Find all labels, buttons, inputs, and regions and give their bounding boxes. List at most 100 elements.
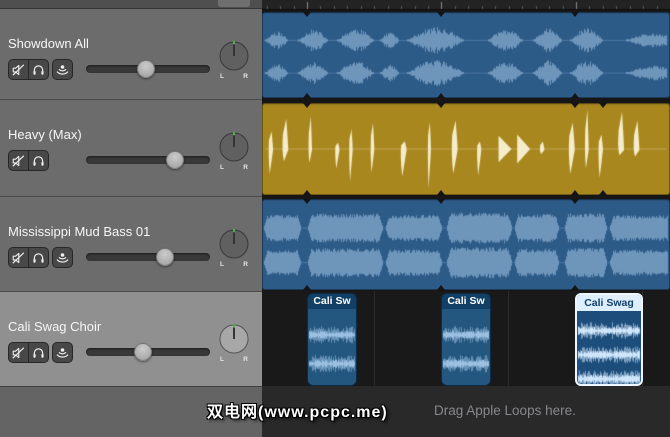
region-join-marker [303,12,311,17]
headphones-icon [33,155,44,166]
region-join-marker [303,190,311,195]
pan-knob[interactable]: L R [217,228,251,274]
pan-knob-dial [219,323,249,354]
clip-title: Cali Sw [308,294,356,309]
pan-left-label: L [220,164,224,171]
track-controls: L R [0,323,262,368]
header-top-strip [0,0,262,9]
region-join-marker [303,199,311,204]
input-monitoring-button[interactable] [52,247,73,268]
region-join-marker [437,93,445,98]
pan-right-label: R [243,261,248,268]
waveform [262,199,670,290]
region-join-marker [437,103,445,108]
region-join-marker [599,190,607,195]
pan-knob-dial [219,228,249,259]
track-controls: L R [0,40,262,85]
track-name: Cali Swag Choir [8,319,102,334]
track-header-cali-swag-choir[interactable]: Cali Swag Choir L R [0,291,262,386]
region-join-marker [571,93,579,98]
mute-button[interactable] [9,151,28,170]
volume-slider[interactable] [86,343,210,361]
clip-waveform [442,309,490,385]
volume-slider-thumb[interactable] [136,60,155,78]
clip-waveform [577,311,641,384]
track-name: Mississippi Mud Bass 01 [8,224,151,239]
mute-button[interactable] [9,60,28,79]
app-window: Showdown All L R Heavy (Max) L R Mississ… [0,0,670,437]
header-scroll-handle[interactable] [218,0,250,7]
pan-left-label: L [220,356,224,363]
solo-button[interactable] [29,248,48,267]
region-join-marker [303,103,311,108]
volume-slider[interactable] [86,248,210,266]
region-heavy-max[interactable] [262,103,670,195]
pan-knob-dial [219,131,249,162]
watermark-text: 双电网(www.pcpc.me) [207,404,388,421]
mute-solo-group [8,59,49,80]
mute-solo-group [8,150,49,171]
solo-button[interactable] [29,343,48,362]
mute-speaker-icon [12,63,25,76]
headphones-icon [33,347,44,358]
track-name: Heavy (Max) [8,127,82,142]
cali-swag-choir-lane: Cali Sw Cali Sw Cali Swag [262,291,670,386]
drop-hint-text: Drag Apple Loops here. [434,403,576,418]
track-header-showdown-all[interactable]: Showdown All L R [0,9,262,99]
loop-clip-cali-swag-selected[interactable]: Cali Swag [575,293,643,386]
mute-speaker-icon [12,154,25,167]
volume-slider[interactable] [86,151,210,169]
track-header-heavy-max[interactable]: Heavy (Max) L R [0,99,262,196]
track-name: Showdown All [8,36,89,51]
region-join-marker [571,285,579,290]
track-controls: L R [0,131,262,176]
mute-button[interactable] [9,343,28,362]
input-monitoring-icon [56,64,69,75]
pan-knob[interactable]: L R [217,131,251,177]
pan-knob[interactable]: L R [217,323,251,369]
input-monitoring-icon [56,252,69,263]
pan-knob[interactable]: L R [217,40,251,86]
mute-button[interactable] [9,248,28,267]
loop-clip-cali-sw-1[interactable]: Cali Sw [307,293,357,386]
region-join-marker [437,199,445,204]
solo-button[interactable] [29,60,48,79]
region-join-marker [571,103,579,108]
track-header-panel: Showdown All L R Heavy (Max) L R Mississ… [0,0,262,437]
track-controls: L R [0,228,262,273]
clip-title: Cali Sw [442,294,490,309]
timeline-ruler[interactable] [262,0,670,10]
input-monitoring-button[interactable] [52,342,73,363]
pan-left-label: L [220,73,224,80]
volume-slider-thumb[interactable] [134,343,153,361]
clip-title: Cali Swag [577,295,641,311]
region-showdown-all[interactable] [262,12,670,98]
waveform [262,103,670,195]
region-join-marker [571,190,579,195]
volume-slider-thumb[interactable] [165,151,184,169]
region-join-marker [571,199,579,204]
region-mississippi-mud-bass[interactable] [262,199,670,290]
region-join-marker [437,285,445,290]
solo-button[interactable] [29,151,48,170]
waveform [262,12,670,98]
clip-waveform [308,309,356,385]
region-join-marker [303,93,311,98]
region-join-marker [437,190,445,195]
beat-gridline [508,291,509,386]
input-monitoring-button[interactable] [52,59,73,80]
region-join-marker [303,285,311,290]
volume-slider[interactable] [86,60,210,78]
mute-speaker-icon [12,251,25,264]
mute-solo-group [8,342,49,363]
pan-right-label: R [243,73,248,80]
arrangement-area: Cali Sw Cali Sw Cali Swag [262,0,670,437]
mute-solo-group [8,247,49,268]
beat-gridline [374,291,375,386]
pan-knob-dial [219,40,249,71]
track-header-mississippi-mud-bass[interactable]: Mississippi Mud Bass 01 L R [0,196,262,291]
volume-slider-thumb[interactable] [156,248,175,266]
loop-clip-cali-sw-2[interactable]: Cali Sw [441,293,491,386]
headphones-icon [33,64,44,75]
region-join-marker [599,103,607,108]
